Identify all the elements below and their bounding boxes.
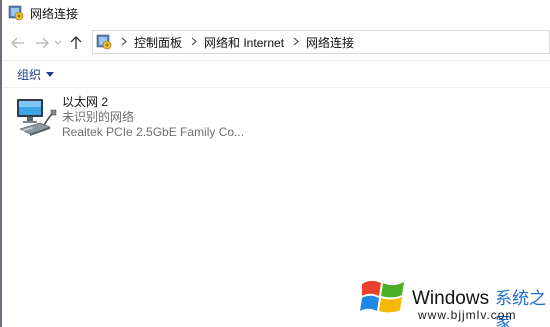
watermark-url: www.bjjmlv.com	[418, 308, 517, 322]
connection-device: Realtek PCIe 2.5GbE Family Co...	[62, 125, 245, 139]
command-bar: 组织	[2, 60, 550, 88]
connection-status: 未识别的网络	[62, 110, 135, 124]
up-arrow-icon[interactable]	[66, 31, 86, 55]
breadcrumb-network-internet[interactable]: 网络和 Internet	[204, 34, 284, 51]
watermark-brand: Windows	[412, 288, 490, 309]
forward-arrow-icon[interactable]	[32, 31, 52, 55]
navigation-bar: 控制面板 网络和 Internet 网络连接	[2, 26, 550, 60]
title-bar: 网络连接	[2, 0, 550, 26]
breadcrumb-control-panel[interactable]: 控制面板	[134, 34, 182, 51]
back-arrow-icon[interactable]	[8, 31, 28, 55]
caret-down-icon	[46, 70, 55, 79]
connection-name: 以太网 2	[62, 95, 109, 109]
chevron-right-icon[interactable]	[121, 37, 127, 48]
windows-logo-icon	[360, 274, 406, 320]
control-panel-icon	[8, 5, 24, 21]
connection-item[interactable]: 以太网 2 未识别的网络 Realtek PCIe 2.5GbE Family …	[14, 95, 254, 145]
breadcrumb-network-connections[interactable]: 网络连接	[306, 34, 354, 51]
chevron-right-icon[interactable]	[293, 37, 299, 48]
control-panel-icon	[96, 34, 112, 50]
address-bar[interactable]: 控制面板 网络和 Internet 网络连接	[92, 30, 550, 54]
connection-details: 以太网 2 未识别的网络 Realtek PCIe 2.5GbE Family …	[62, 95, 244, 145]
watermark: Windows 系统之家 www.bjjmlv.com	[358, 270, 550, 327]
organize-button[interactable]: 组织	[17, 66, 55, 83]
ethernet-adapter-icon	[14, 95, 58, 139]
recent-dropdown-icon[interactable]	[52, 31, 64, 55]
window-title: 网络连接	[30, 6, 79, 21]
chevron-right-icon[interactable]	[191, 37, 197, 48]
organize-label: 组织	[17, 67, 42, 82]
